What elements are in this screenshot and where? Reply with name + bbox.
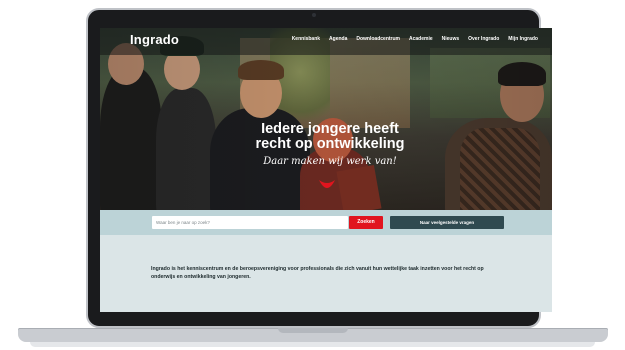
faq-button[interactable]: Naar veelgestelde vragen	[390, 216, 504, 229]
laptop-shadow	[30, 342, 595, 347]
hero-headline: Iedere jongere heeft recht op ontwikkeli…	[230, 122, 430, 152]
heart-smile-icon	[319, 180, 335, 188]
nav-item-nieuws[interactable]: Nieuws	[442, 36, 460, 42]
webcam-icon	[312, 13, 316, 17]
nav-item-kennisbank[interactable]: Kennisbank	[292, 36, 320, 42]
hero-banner: Iedere jongere heeft recht op ontwikkeli…	[100, 28, 552, 210]
main-nav: Kennisbank Agenda Downloadcentrum Academ…	[292, 36, 538, 42]
site-logo[interactable]: Ingrado	[130, 32, 179, 47]
laptop-base-notch	[278, 328, 348, 333]
intro-text: Ingrado is het kenniscentrum en de beroe…	[151, 266, 484, 280]
hero-headline-line: recht op ontwikkeling	[255, 136, 405, 152]
hero-headline-line: Iedere jongere heeft	[261, 121, 399, 137]
nav-item-downloadcentrum[interactable]: Downloadcentrum	[356, 36, 400, 42]
content-section: Ingrado is het kenniscentrum en de beroe…	[100, 235, 552, 312]
search-band: Waar ben je naar op zoek? Zoeken Naar ve…	[100, 210, 552, 235]
nav-item-agenda[interactable]: Agenda	[329, 36, 347, 42]
search-button[interactable]: Zoeken	[349, 216, 383, 229]
nav-item-academie[interactable]: Academie	[409, 36, 433, 42]
laptop-screen: Iedere jongere heeft recht op ontwikkeli…	[100, 28, 552, 312]
nav-item-over-ingrado[interactable]: Over Ingrado	[468, 36, 499, 42]
site-header: Ingrado Kennisbank Agenda Downloadcentru…	[100, 28, 552, 55]
search-input[interactable]: Waar ben je naar op zoek?	[152, 216, 348, 229]
nav-item-mijn-ingrado[interactable]: Mijn Ingrado	[508, 36, 538, 42]
hero-tagline: Daar maken wij werk van!	[263, 156, 397, 167]
